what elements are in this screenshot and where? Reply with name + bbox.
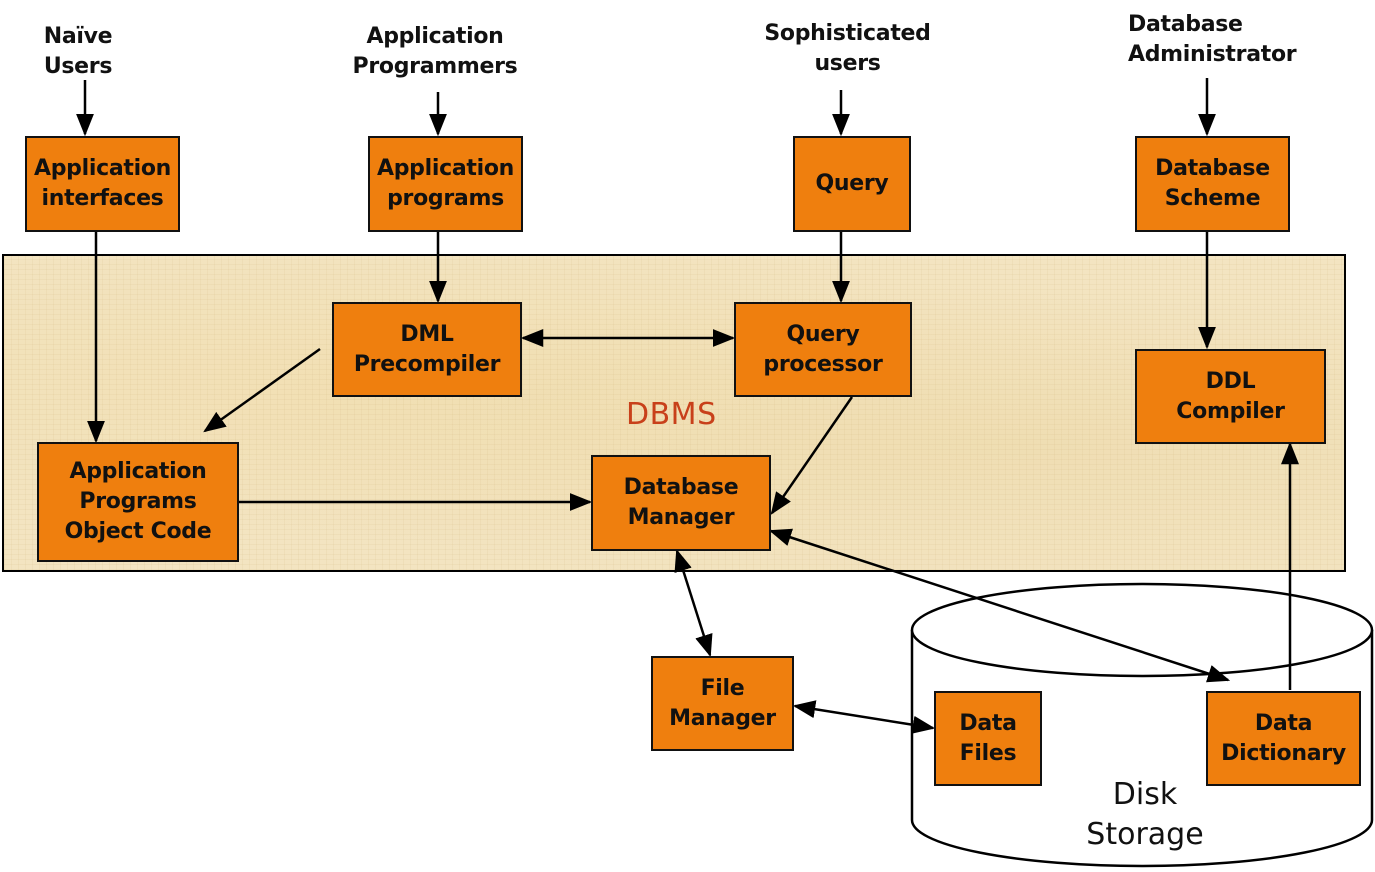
box-data-dictionary[interactable]: Data Dictionary [1206,691,1361,786]
box-dml-precompiler[interactable]: DML Precompiler [332,302,522,397]
disk-storage-label: Disk Storage [1086,777,1204,852]
box-label: Query [815,171,889,196]
box-label: Application Programs Object Code [64,459,212,544]
box-label: DML Precompiler [353,321,501,377]
edge-dml-to-object-code [203,347,321,433]
box-label: Query processor [763,321,883,377]
box-query[interactable]: Query [793,136,911,232]
box-label: Application interfaces [33,156,172,211]
box-database-scheme[interactable]: Database Scheme [1135,136,1290,232]
box-label: File Manager [669,675,776,731]
actor-database-administrator: Database Administrator [1128,12,1297,67]
box-data-files[interactable]: Data Files [934,691,1042,786]
box-label: Database Scheme [1155,156,1270,211]
box-label: Database Manager [623,475,739,530]
actor-application-programmers: Application Programmers [352,24,518,79]
box-label: Data Dictionary [1221,710,1346,766]
box-query-processor[interactable]: Query processor [734,302,912,397]
box-file-manager[interactable]: File Manager [651,656,794,751]
actor-naive-users: Naïve Users [43,24,113,79]
actor-sophisticated-users: Sophisticated users [764,21,931,76]
box-application-programs-object-code[interactable]: Application Programs Object Code [37,442,239,562]
box-application-programs[interactable]: Application programs [368,136,523,232]
box-application-interfaces[interactable]: Application interfaces [25,136,180,232]
box-label: Application programs [376,156,515,211]
edge-db-manager-file-manager [674,548,713,658]
edge-query-processor-to-db-manager [770,396,854,515]
box-database-manager[interactable]: Database Manager [591,455,771,551]
box-ddl-compiler[interactable]: DDL Compiler [1135,349,1326,444]
box-label: DDL Compiler [1176,368,1285,424]
box-label: Data Files [959,710,1017,766]
cylinder-top [910,582,1374,678]
